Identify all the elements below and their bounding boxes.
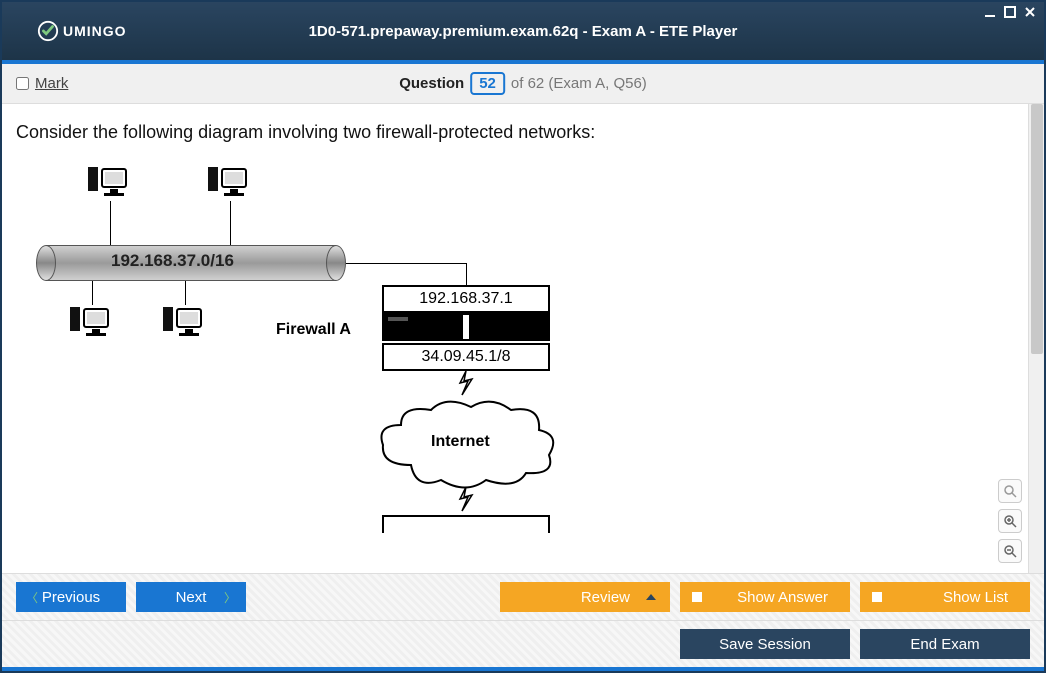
brand-text: UMINGO: [63, 23, 127, 39]
computer-icon: [206, 163, 254, 206]
end-exam-button[interactable]: End Exam: [860, 629, 1030, 659]
chevron-left-icon: 〈: [26, 589, 38, 606]
bottom-separator: [2, 667, 1044, 671]
review-button[interactable]: Review: [500, 582, 670, 612]
next-label: Next: [176, 589, 207, 606]
connector-line: [92, 281, 93, 305]
connector-line: [110, 201, 111, 247]
computer-icon: [161, 303, 209, 346]
save-session-button[interactable]: Save Session: [680, 629, 850, 659]
computer-icon: [86, 163, 134, 206]
square-icon: [872, 592, 882, 602]
brand-logo: UMINGO: [37, 20, 127, 42]
minimize-button[interactable]: [982, 4, 998, 20]
previous-label: Previous: [42, 589, 100, 606]
zoom-reset-button[interactable]: [998, 479, 1022, 503]
firewall-inside-ip: 192.168.37.1: [382, 285, 550, 313]
save-session-label: Save Session: [719, 636, 811, 653]
question-number[interactable]: 52: [470, 72, 505, 95]
question-counter: Question 52 of 62 (Exam A, Q56): [399, 72, 647, 95]
end-exam-label: End Exam: [910, 636, 979, 653]
show-list-button[interactable]: Show List: [860, 582, 1030, 612]
firewall-a-label: Firewall A: [276, 321, 351, 339]
connector-line: [230, 201, 231, 247]
zoom-controls: [998, 479, 1022, 563]
app-window: UMINGO 1D0-571.prepaway.premium.exam.62q…: [0, 0, 1046, 673]
question-text: Consider the following diagram involving…: [16, 122, 1014, 143]
firewall-icon: [382, 313, 550, 341]
previous-button[interactable]: 〈Previous: [16, 582, 126, 612]
triangle-up-icon: [646, 594, 656, 600]
show-answer-label: Show Answer: [737, 589, 828, 606]
question-of-text: of 62 (Exam A, Q56): [511, 75, 647, 92]
scrollbar-thumb[interactable]: [1031, 104, 1043, 354]
session-toolbar: Save Session End Exam: [2, 620, 1044, 667]
connector-line: [185, 281, 186, 305]
question-header: Mark Question 52 of 62 (Exam A, Q56): [2, 64, 1044, 104]
zoom-in-button[interactable]: [998, 509, 1022, 533]
firewall-outside-ip: 34.09.45.1/8: [382, 343, 550, 371]
titlebar: UMINGO 1D0-571.prepaway.premium.exam.62q…: [2, 2, 1044, 60]
subnet-label: 192.168.37.0/16: [111, 251, 234, 271]
network-diagram: 192.168.37.0/16 Firewall A 192.168.37.1 …: [26, 163, 586, 573]
mark-label: Mark: [35, 75, 68, 92]
computer-icon: [68, 303, 116, 346]
content-area: Consider the following diagram involving…: [2, 104, 1044, 573]
review-label: Review: [581, 589, 630, 606]
nav-toolbar: 〈Previous Next 〉 Review Show Answer Show …: [2, 573, 1044, 620]
truncated-ip-box: [382, 515, 550, 533]
zoom-out-button[interactable]: [998, 539, 1022, 563]
window-title: 1D0-571.prepaway.premium.exam.62q - Exam…: [309, 23, 738, 40]
internet-label: Internet: [431, 433, 490, 451]
show-list-label: Show List: [943, 589, 1008, 606]
logo-check-icon: [37, 20, 59, 42]
mark-checkbox-wrap[interactable]: Mark: [16, 75, 68, 92]
square-icon: [692, 592, 702, 602]
connector-line: [346, 263, 466, 264]
next-button[interactable]: Next 〉: [136, 582, 246, 612]
maximize-button[interactable]: [1002, 4, 1018, 20]
vertical-scrollbar[interactable]: [1028, 104, 1044, 573]
chevron-right-icon: 〉: [224, 589, 236, 606]
connector-line: [466, 263, 467, 285]
close-button[interactable]: [1022, 4, 1038, 20]
question-word: Question: [399, 75, 464, 92]
window-controls: [982, 4, 1038, 20]
mark-checkbox[interactable]: [16, 77, 29, 90]
show-answer-button[interactable]: Show Answer: [680, 582, 850, 612]
